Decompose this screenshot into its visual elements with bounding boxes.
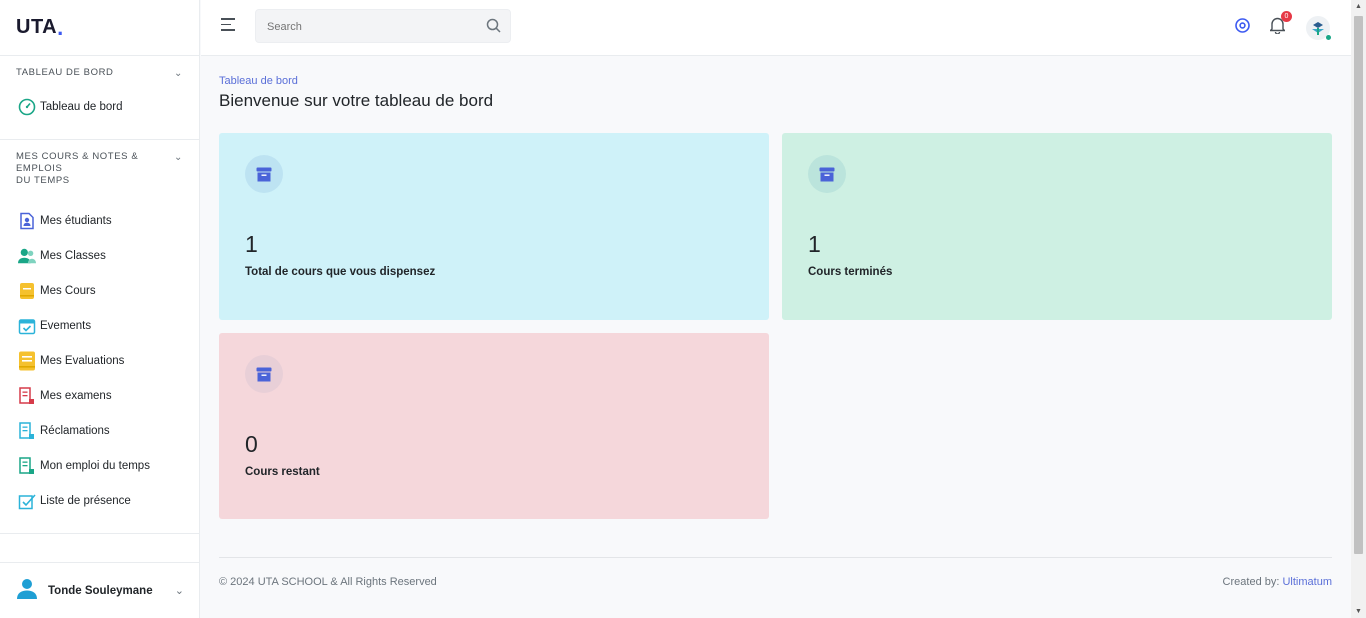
schedule-doc-icon — [18, 456, 36, 475]
calendar-check-icon — [18, 317, 36, 335]
menu-toggle-icon[interactable] — [221, 18, 235, 35]
sidebar-item-label: Mes Cours — [40, 284, 96, 297]
sidebar-item-mes-evaluations[interactable]: Mes Evaluations — [0, 343, 199, 378]
sidebar-item-liste-de-presence[interactable]: Liste de présence — [0, 483, 199, 518]
section-courses-header[interactable]: MES COURS & NOTES & EMPLOIS DU TEMPS ⌄ — [0, 151, 199, 187]
page-scrollbar[interactable]: ▲ ▼ — [1351, 0, 1366, 618]
sidebar-item-label: Mes examens — [40, 389, 112, 402]
user-menu[interactable]: Tonde Souleymane ⌄ — [0, 562, 200, 618]
attendance-check-icon — [18, 492, 36, 510]
book-icon — [18, 282, 36, 300]
sidebar-item-emploi-du-temps[interactable]: Mon emploi du temps — [0, 448, 199, 483]
chevron-down-icon: ⌄ — [174, 152, 183, 163]
exam-doc-icon — [18, 386, 36, 405]
sidebar-item-tableau-de-bord[interactable]: Tableau de bord — [0, 89, 199, 124]
sidebar-item-label: Tableau de bord — [40, 100, 123, 113]
stat-card-total-courses: 1 Total de cours que vous dispensez — [219, 133, 769, 320]
logo-dot: . — [57, 14, 64, 40]
bell-icon: 0 — [1268, 10, 1292, 39]
stat-label: Cours terminés — [808, 266, 893, 278]
breadcrumb[interactable]: Tableau de bord — [219, 75, 1332, 87]
app-logo[interactable]: UTA. — [0, 0, 199, 55]
topbar: 0 — [201, 0, 1351, 56]
user-avatar-icon — [16, 577, 38, 604]
avatar — [1306, 15, 1331, 40]
sidebar-item-label: Mes Classes — [40, 249, 106, 262]
archive-icon — [245, 355, 283, 393]
search-input[interactable] — [256, 10, 479, 44]
main-content: Tableau de bord Bienvenue sur votre tabl… — [219, 55, 1332, 111]
sidebar-item-label: Evements — [40, 319, 92, 332]
notification-badge: 0 — [1281, 10, 1292, 22]
footer-author-link[interactable]: Ultimatum — [1282, 576, 1332, 588]
logo-text: UTA — [16, 16, 58, 38]
student-id-icon — [18, 212, 36, 230]
search-icon[interactable] — [486, 18, 501, 38]
profile-avatar[interactable] — [1306, 0, 1331, 55]
notebook-icon — [18, 351, 36, 370]
stat-value: 0 — [245, 431, 258, 457]
claims-doc-icon — [18, 421, 36, 440]
sidebar-item-mes-etudiants[interactable]: Mes étudiants — [0, 203, 199, 238]
sidebar-item-label: Réclamations — [40, 424, 110, 437]
stat-label: Cours restant — [245, 466, 320, 478]
section-title: TABLEAU DE BORD — [16, 67, 114, 78]
dashboard-gauge-icon — [18, 98, 36, 116]
footer-divider — [219, 557, 1332, 558]
archive-icon — [808, 155, 846, 193]
stat-card-remaining-courses: 0 Cours restant — [219, 333, 769, 519]
section-title: MES COURS & NOTES & EMPLOIS DU TEMPS — [16, 151, 139, 186]
sidebar-item-mes-classes[interactable]: Mes Classes — [0, 238, 199, 273]
user-name: Tonde Souleymane — [48, 584, 153, 597]
footer-copyright: © 2024 UTA SCHOOL & All Rights Reserved — [219, 576, 437, 588]
search-box — [255, 9, 511, 44]
section-dashboard-header[interactable]: TABLEAU DE BORD ⌄ — [0, 67, 199, 80]
footer-credits: Created by: Ultimatum — [1223, 576, 1332, 588]
sidebar-item-mes-cours[interactable]: Mes Cours — [0, 273, 199, 308]
stat-value: 1 — [245, 231, 258, 257]
archive-icon — [245, 155, 283, 193]
sidebar-item-label: Mes étudiants — [40, 214, 112, 227]
footer-created-by: Created by: — [1222, 576, 1280, 588]
sidebar-item-reclamations[interactable]: Réclamations — [0, 413, 199, 448]
sidebar-item-label: Mon emploi du temps — [40, 459, 150, 472]
sidebar-item-evements[interactable]: Evements — [0, 308, 199, 343]
notifications-button[interactable]: 0 — [1268, 0, 1292, 55]
stat-label: Total de cours que vous dispensez — [245, 266, 436, 278]
chevron-down-icon: ⌄ — [174, 68, 183, 79]
sidebar-item-label: Liste de présence — [40, 494, 131, 507]
stat-card-completed-courses: 1 Cours terminés — [782, 133, 1332, 320]
settings-button[interactable] — [1234, 0, 1251, 55]
gear-icon — [1234, 17, 1251, 39]
users-icon — [18, 247, 36, 265]
sidebar-item-mes-examens[interactable]: Mes examens — [0, 378, 199, 413]
scrollbar-thumb[interactable] — [1354, 16, 1363, 554]
sidebar-item-label: Mes Evaluations — [40, 354, 125, 367]
stat-value: 1 — [808, 231, 821, 257]
sidebar: UTA. TABLEAU DE BORD ⌄ Tableau de bord M… — [0, 0, 200, 618]
page-title: Bienvenue sur votre tableau de bord — [219, 91, 494, 110]
chevron-down-icon: ⌄ — [174, 585, 184, 597]
